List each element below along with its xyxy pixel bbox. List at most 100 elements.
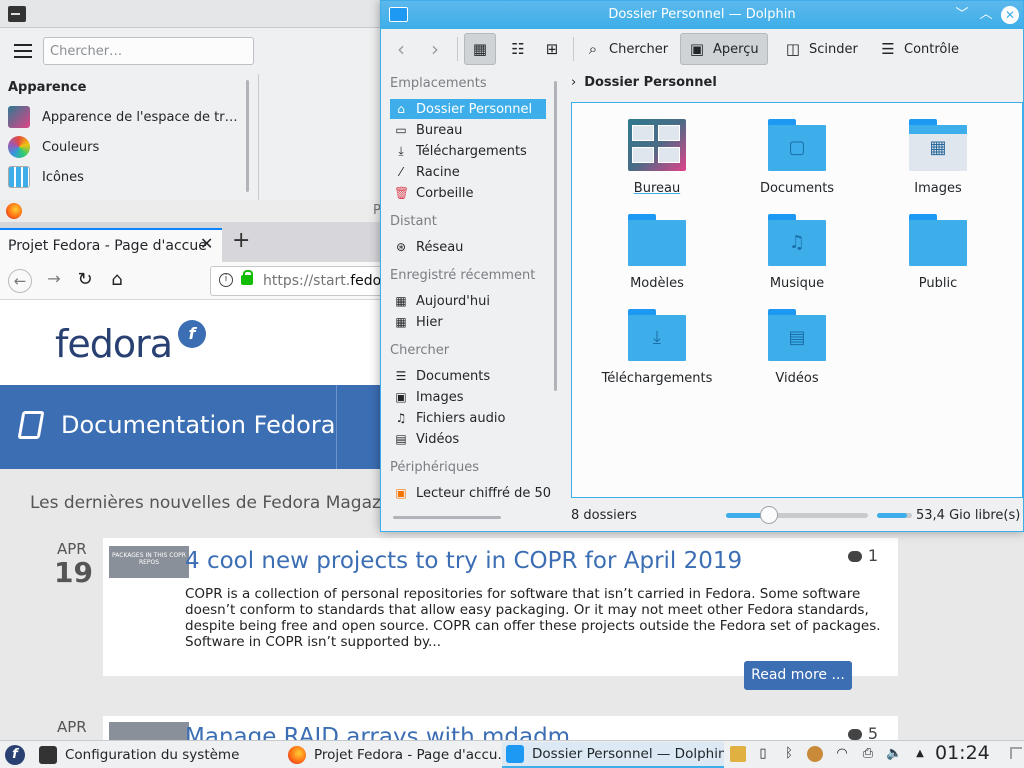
split-button-label: Scinder [809,41,858,57]
folder-item-desktop[interactable]: Bureau [592,119,722,196]
fedora-logo[interactable]: fedora [55,322,173,366]
settings-item-icons[interactable]: Icônes [8,163,248,191]
settings-item-colors[interactable]: Couleurs [8,133,248,161]
downloads-folder-icon: ⤓ [628,309,686,361]
article-title-link[interactable]: 4 cool new projects to try in COPR for A… [185,548,742,574]
article-comments[interactable]: 1 [847,546,878,565]
folder-label: Vidéos [775,371,819,386]
application-launcher-icon[interactable]: f [5,745,25,765]
browser-tab[interactable]: Projet Fedora - Page d'accue [0,228,222,262]
forward-icon[interactable]: → [42,269,66,293]
settings-scrollbar[interactable] [246,80,249,192]
place-search-videos[interactable]: ▤ Vidéos [390,429,546,449]
close-icon[interactable]: ✕ [1001,6,1019,24]
file-view[interactable]: Bureau ▢ Documents ▦ Images Modèles ♫ Mu… [571,102,1023,498]
place-downloads[interactable]: ⤓ Téléchargements [390,141,546,161]
url-prefix: https://start. [263,273,351,289]
task-system-settings[interactable]: Configuration du système [35,742,280,768]
chevron-down-icon[interactable]: ﹀ [952,5,972,25]
tree-view-button[interactable]: ⊞ [537,33,569,65]
system-settings-window: Chercher… Apparence Apparence de l'espac… [0,0,380,200]
banner-divider [336,385,337,469]
place-trash[interactable]: 🗑 Corbeille [390,183,546,203]
forward-arrow-icon[interactable]: › [431,37,439,61]
pictures-folder-icon: ▦ [909,119,967,171]
folder-item-templates[interactable]: Modèles [592,214,722,291]
folder-item-downloads[interactable]: ⤓ Téléchargements [592,309,722,386]
disk-space-bar[interactable] [877,513,912,518]
control-menu-button[interactable]: ☰ Contrôle [872,33,967,65]
banner-title[interactable]: Documentation Fedora [61,411,335,439]
reload-icon[interactable]: ↻ [73,269,97,293]
place-search-documents[interactable]: ☰ Documents [390,366,546,386]
places-panel: Emplacements ⌂ Dossier Personnel ▭ Bureau … [381,71,553,511]
place-root[interactable]: ⁄ Racine [390,162,546,182]
compact-view-button[interactable]: ☷ [503,33,535,65]
article-month: APR [57,718,87,736]
printer-icon[interactable]: ⎙ [860,746,876,762]
place-today[interactable]: ▦ Aujourd'hui [390,291,546,311]
desktop-folder-icon [628,119,686,171]
icons-icon [8,166,30,188]
zoom-slider-handle[interactable] [759,506,778,524]
task-dolphin[interactable]: Dossier Personnel — Dolphin [502,742,724,768]
read-more-button[interactable]: Read more ... [744,661,852,690]
new-tab-icon[interactable]: + [232,228,250,253]
hamburger-menu-icon[interactable] [14,44,32,58]
calendar-icon: ▦ [395,294,407,308]
home-icon[interactable]: ⌂ [105,269,129,293]
fedora-infinity-icon: f [178,320,206,348]
folder-item-music[interactable]: ♫ Musique [732,214,862,291]
task-firefox[interactable]: Projet Fedora - Page d'accu… [284,742,504,768]
place-network[interactable]: ⊛ Réseau [390,237,546,257]
article-thumbnail[interactable] [109,722,189,740]
place-search-images[interactable]: ▣ Images [390,387,546,407]
folder-item-public[interactable]: Public [873,214,1003,291]
back-icon[interactable]: ← [8,269,32,293]
home-icon: ⌂ [397,102,405,116]
kde-connect-icon[interactable] [807,746,823,762]
place-home[interactable]: ⌂ Dossier Personnel [390,99,546,119]
place-desktop[interactable]: ▭ Bureau [390,120,546,140]
bluetooth-icon[interactable]: ᛒ [781,746,797,762]
place-search-audio[interactable]: ♫ Fichiers audio [390,408,546,428]
breadcrumb[interactable]: › Dossier Personnel [571,75,717,90]
chevron-up-icon[interactable]: ︿ [976,5,996,25]
place-encrypted-drive[interactable]: ▣ Lecteur chiffré de 50 [390,483,553,503]
network-wifi-icon[interactable]: ◠ [834,746,850,762]
task-label: Projet Fedora - Page d'accu… [314,747,504,763]
back-arrow-icon[interactable]: ‹ [397,37,405,61]
search-section-header: Chercher [390,343,450,358]
places-vertical-scrollbar[interactable] [554,81,557,391]
article-thumbnail[interactable]: PACKAGES IN THIS COPR REPOS [109,546,189,578]
public-folder-icon [909,214,967,266]
settings-titlebar[interactable] [0,0,380,28]
grid-view-icon: ▦ [472,40,488,58]
tray-expand-icon[interactable]: ▲ [912,746,928,762]
preview-button[interactable]: ▣ Aperçu [680,33,768,65]
folder-item-videos[interactable]: ▤ Vidéos [732,309,862,386]
clock[interactable]: 01:24 [935,742,990,764]
usb-device-icon[interactable]: ▯ [755,746,771,762]
split-button[interactable]: ◫ Scinder [777,33,866,65]
settings-item-workspace[interactable]: Apparence de l'espace de tr… [8,103,248,131]
dolphin-titlebar[interactable]: Dossier Personnel — Dolphin ﹀ ︿ ✕ [381,1,1023,29]
article-title-link[interactable]: Manage RAID arrays with mdadm [185,724,570,740]
article-comments[interactable]: 5 [847,724,878,740]
package-updates-icon[interactable] [730,746,746,762]
close-tab-icon[interactable]: ✕ [200,234,213,253]
settings-search-input[interactable]: Chercher… [43,37,254,65]
comment-icon [847,729,862,740]
folder-item-documents[interactable]: ▢ Documents [732,119,862,196]
folder-item-pictures[interactable]: ▦ Images [873,119,1003,196]
desktop-icon: ▭ [395,123,407,137]
place-label: Dossier Personnel [416,101,533,117]
search-button[interactable]: ⌕ Chercher [577,33,676,65]
zoom-slider[interactable] [726,506,868,524]
info-icon[interactable]: i [219,273,233,287]
show-desktop-icon[interactable] [1010,747,1022,759]
icons-view-button[interactable]: ▦ [464,33,496,65]
place-yesterday[interactable]: ▦ Hier [390,312,546,332]
volume-icon[interactable]: 🔈 [886,746,902,762]
settings-item-label: Icônes [42,169,84,185]
